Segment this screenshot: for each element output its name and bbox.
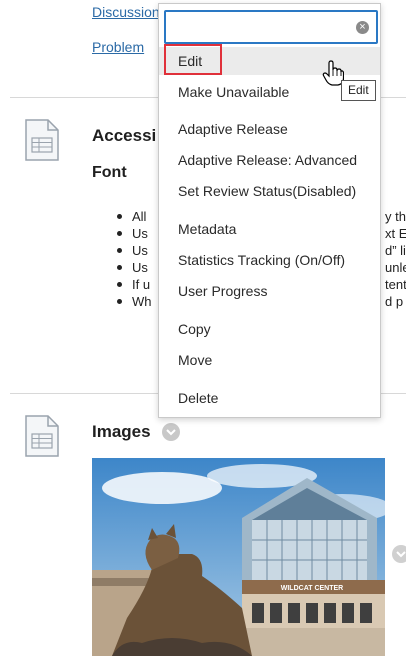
document-icon: [25, 415, 59, 457]
building-sign: WILDCAT CENTER: [281, 585, 343, 592]
clear-icon[interactable]: ×: [356, 21, 369, 34]
item-title-images[interactable]: Images: [92, 422, 151, 442]
font-subheading: Font: [92, 164, 127, 181]
menu-item-edit[interactable]: Edit: [159, 47, 380, 75]
wildcat-center-photo: WILDCAT CENTER: [92, 458, 385, 656]
menu-item-adaptive-release-advanced[interactable]: Adaptive Release: Advanced: [159, 146, 380, 174]
menu-filter-input[interactable]: [170, 13, 350, 41]
document-icon: [25, 119, 59, 161]
item-title-accessibility[interactable]: Accessi: [92, 126, 162, 146]
chevron-down-icon[interactable]: [162, 423, 180, 441]
menu-item-metadata[interactable]: Metadata: [159, 215, 380, 243]
content-page: Discussion Problem Accessi Font Ally the…: [0, 0, 406, 656]
menu-item-delete[interactable]: Delete: [159, 384, 380, 412]
menu-item-move[interactable]: Move: [159, 346, 380, 374]
menu-filter-input-wrapper: ×: [164, 10, 378, 44]
menu-item-adaptive-release[interactable]: Adaptive Release: [159, 115, 380, 143]
edit-tooltip: Edit: [341, 80, 376, 101]
menu-item-user-progress[interactable]: User Progress: [159, 277, 380, 305]
problem-link[interactable]: Problem: [92, 39, 162, 55]
menu-item-copy[interactable]: Copy: [159, 315, 380, 343]
discussion-link[interactable]: Discussion: [92, 4, 162, 20]
item-options-menu: × Edit Make Unavailable Adaptive Release…: [158, 3, 381, 418]
menu-item-statistics-tracking[interactable]: Statistics Tracking (On/Off): [159, 246, 380, 274]
menu-item-set-review-status[interactable]: Set Review Status(Disabled): [159, 177, 380, 205]
chevron-down-icon[interactable]: [392, 545, 406, 563]
